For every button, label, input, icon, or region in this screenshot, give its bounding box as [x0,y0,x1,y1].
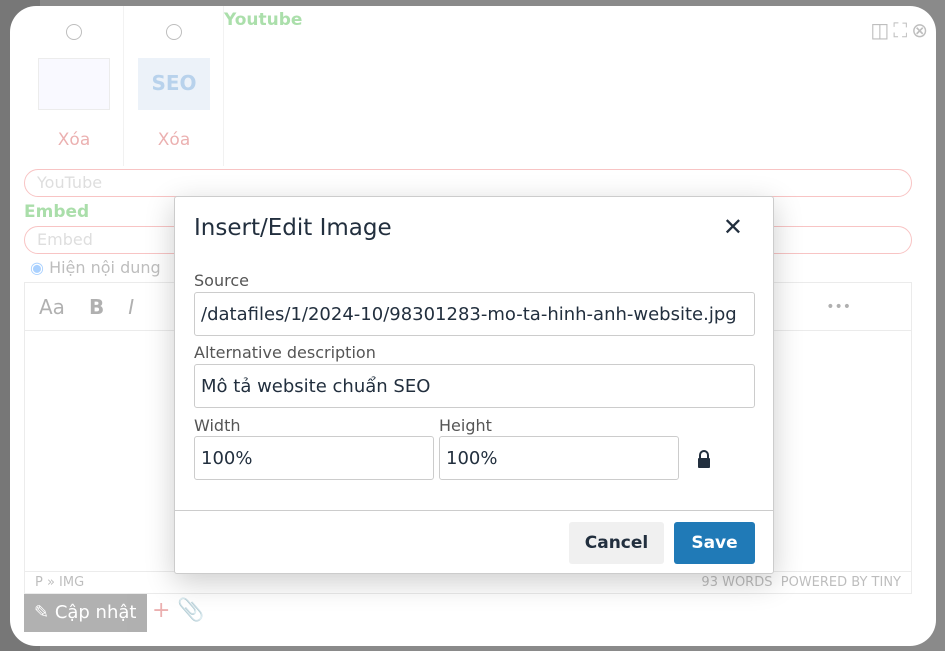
bold-button[interactable]: B [89,295,104,319]
height-input[interactable] [439,436,679,480]
image-thumbnail [38,58,110,110]
add-attachment-icon[interactable]: + 📎 [152,598,205,623]
update-button[interactable]: ✎ Cập nhật [24,594,147,632]
powered-by[interactable]: POWERED BY TINY [781,575,901,590]
window-controls: ◫ ⛶ ⊗ [870,18,928,42]
element-path: P » IMG [35,575,85,590]
alt-description-input[interactable] [194,364,755,408]
split-view-icon[interactable]: ◫ [870,18,889,42]
dialog-title: Insert/Edit Image [194,215,392,241]
image-radio[interactable] [166,24,182,40]
insert-edit-image-dialog: Insert/Edit Image ✕ Source Alternative d… [174,196,774,574]
more-button[interactable]: ••• [826,299,851,315]
close-icon[interactable]: ✕ [723,213,743,241]
delete-link[interactable]: Xóa [24,130,124,150]
embed-label: Embed [24,202,90,222]
width-label: Width [194,416,241,435]
close-circle-icon[interactable]: ⊗ [911,18,928,42]
image-item: Xóa [24,6,124,166]
lock-icon[interactable] [697,450,711,468]
seo-thumbnail: SEO [138,58,210,110]
cancel-button[interactable]: Cancel [569,522,664,564]
image-item: SEO Xóa [124,6,224,166]
word-count: 93 WORDS [701,575,773,590]
font-size-dropdown[interactable]: Aa [39,295,65,319]
youtube-label: Youtube [224,10,303,30]
editor-statusbar: P » IMG 93 WORDS POWERED BY TINY [25,571,911,593]
height-label: Height [439,416,492,435]
show-content-radio[interactable]: ◉ Hiện nội dung [30,258,161,277]
dialog-footer [175,510,773,511]
fullscreen-icon[interactable]: ⛶ [893,18,907,42]
save-button[interactable]: Save [674,522,755,564]
source-input[interactable] [194,292,755,336]
delete-link[interactable]: Xóa [124,130,224,150]
youtube-input[interactable]: YouTube [24,169,912,197]
image-radio[interactable] [66,24,82,40]
alt-label: Alternative description [194,343,376,362]
source-label: Source [194,271,249,290]
italic-button[interactable]: I [128,295,134,319]
width-input[interactable] [194,436,434,480]
